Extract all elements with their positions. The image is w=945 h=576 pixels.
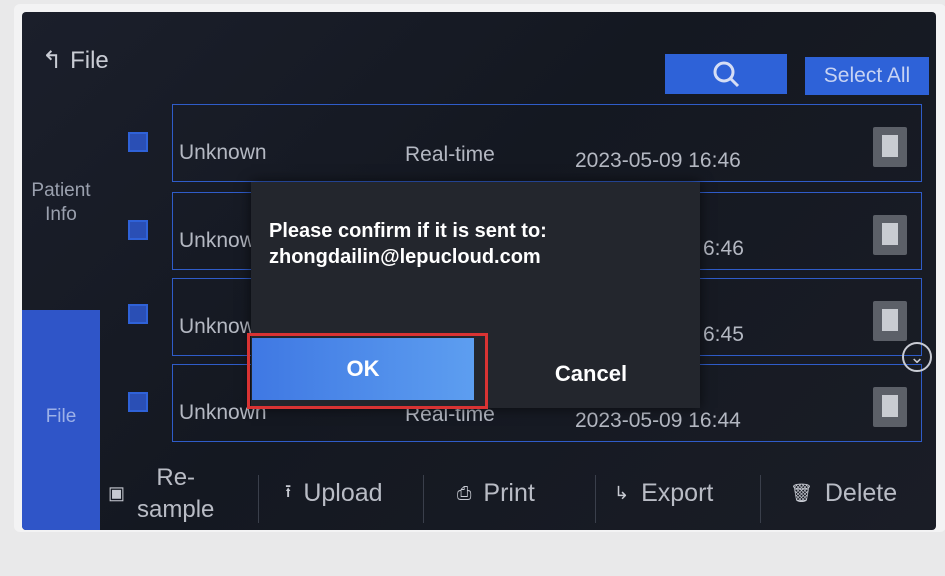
resample-button[interactable]: ▣ Re- sample [108,457,214,530]
sidebar-item-patient-info[interactable]: Patient Info [22,179,100,227]
dialog-message-line: Please confirm if it is sent to: [269,220,547,242]
record-time: 6:45 [703,323,744,346]
record-checkbox[interactable] [128,392,148,412]
export-button[interactable]: ↳ Export [614,457,713,530]
record-time: 2023-05-09 16:46 [575,149,741,172]
waveform-icon: ▣ [108,483,126,503]
resample-label: Re- sample [137,463,215,523]
sidebar-item-file[interactable]: File [22,310,100,530]
divider [258,475,259,523]
record-name: Unknow [179,315,255,338]
trash-icon: 🗑 [790,483,813,503]
divider [595,475,596,523]
document-icon[interactable] [873,215,907,255]
record-checkbox[interactable] [128,304,148,324]
export-label: Export [641,479,714,507]
dialog-email: zhongdailin@lepucloud.com [269,246,541,268]
record-checkbox[interactable] [128,220,148,240]
search-button[interactable] [665,54,787,94]
record-name: Unknown [179,141,267,164]
record-time: 6:46 [703,237,744,260]
document-icon[interactable] [873,127,907,167]
divider [423,475,424,523]
cancel-button[interactable]: Cancel [491,346,691,402]
upload-icon: ⭱ [285,480,292,501]
page-title: File [70,46,109,74]
record-mode: Real-time [405,143,495,166]
bottom-toolbar: ▣ Re- sample ⭱ Upload ⎙ Print ↳ Export 🗑… [100,457,936,530]
document-icon[interactable] [873,387,907,427]
dialog-message: Please confirm if it is sent to: zhongda… [269,218,682,270]
delete-label: Delete [824,479,898,507]
search-icon [713,61,740,88]
upload-label: Upload [303,479,383,507]
sidebar-item-label: File [45,406,77,427]
record-checkbox[interactable] [128,132,148,152]
divider [760,475,761,523]
print-label: Print [483,479,535,507]
select-all-button[interactable]: Select All [805,57,929,95]
document-icon[interactable] [873,301,907,341]
record-name: Unknow [179,229,255,252]
highlight-box [247,333,488,409]
record-time: 2023-05-09 16:44 [575,409,741,432]
chevron-down-icon[interactable]: ⌄ [902,342,932,372]
delete-button[interactable]: 🗑 Delete [790,457,897,530]
back-arrow-icon: ↰ [42,47,63,74]
export-icon: ↳ [614,483,630,503]
print-button[interactable]: ⎙ Print [457,457,535,530]
sidebar-item-label: Patient Info [31,180,91,225]
record-row[interactable]: Unknown Real-time 2023-05-09 16:46 [172,104,922,182]
back-button[interactable]: ↰ File [42,46,109,75]
printer-icon: ⎙ [457,483,472,503]
upload-button[interactable]: ⭱ Upload [285,457,383,530]
